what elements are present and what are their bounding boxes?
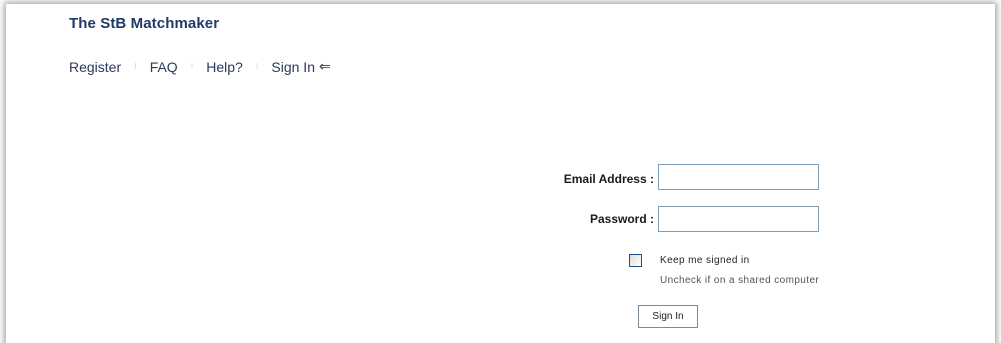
- content-frame: [6, 4, 995, 343]
- site-title: The StB Matchmaker: [69, 15, 220, 32]
- password-input[interactable]: [658, 206, 819, 232]
- keep-signed-in-hint: Uncheck if on a shared computer: [660, 275, 820, 286]
- nav-separator: ⁝: [190, 61, 194, 71]
- page: The StB Matchmaker Register ⁝ FAQ ⁝ Help…: [0, 0, 1001, 343]
- nav-help-link[interactable]: Help?: [206, 59, 243, 75]
- left-arrow-icon: ⇐: [318, 58, 331, 74]
- nav-sign-in-link[interactable]: Sign In: [271, 59, 315, 75]
- nav-faq-link[interactable]: FAQ: [150, 59, 178, 75]
- top-nav: Register ⁝ FAQ ⁝ Help? ⁝ Sign In ⇐: [69, 58, 331, 75]
- email-input[interactable]: [658, 164, 819, 190]
- nav-separator: ⁝: [255, 61, 259, 71]
- nav-register-link[interactable]: Register: [69, 59, 121, 75]
- keep-signed-in-checkbox[interactable]: [629, 254, 642, 267]
- email-label: Email Address :: [563, 172, 654, 186]
- nav-separator: ⁝: [134, 61, 137, 71]
- keep-signed-in-label: Keep me signed in: [660, 255, 750, 266]
- password-label: Password :: [589, 212, 654, 226]
- sign-in-button[interactable]: Sign In: [638, 305, 698, 328]
